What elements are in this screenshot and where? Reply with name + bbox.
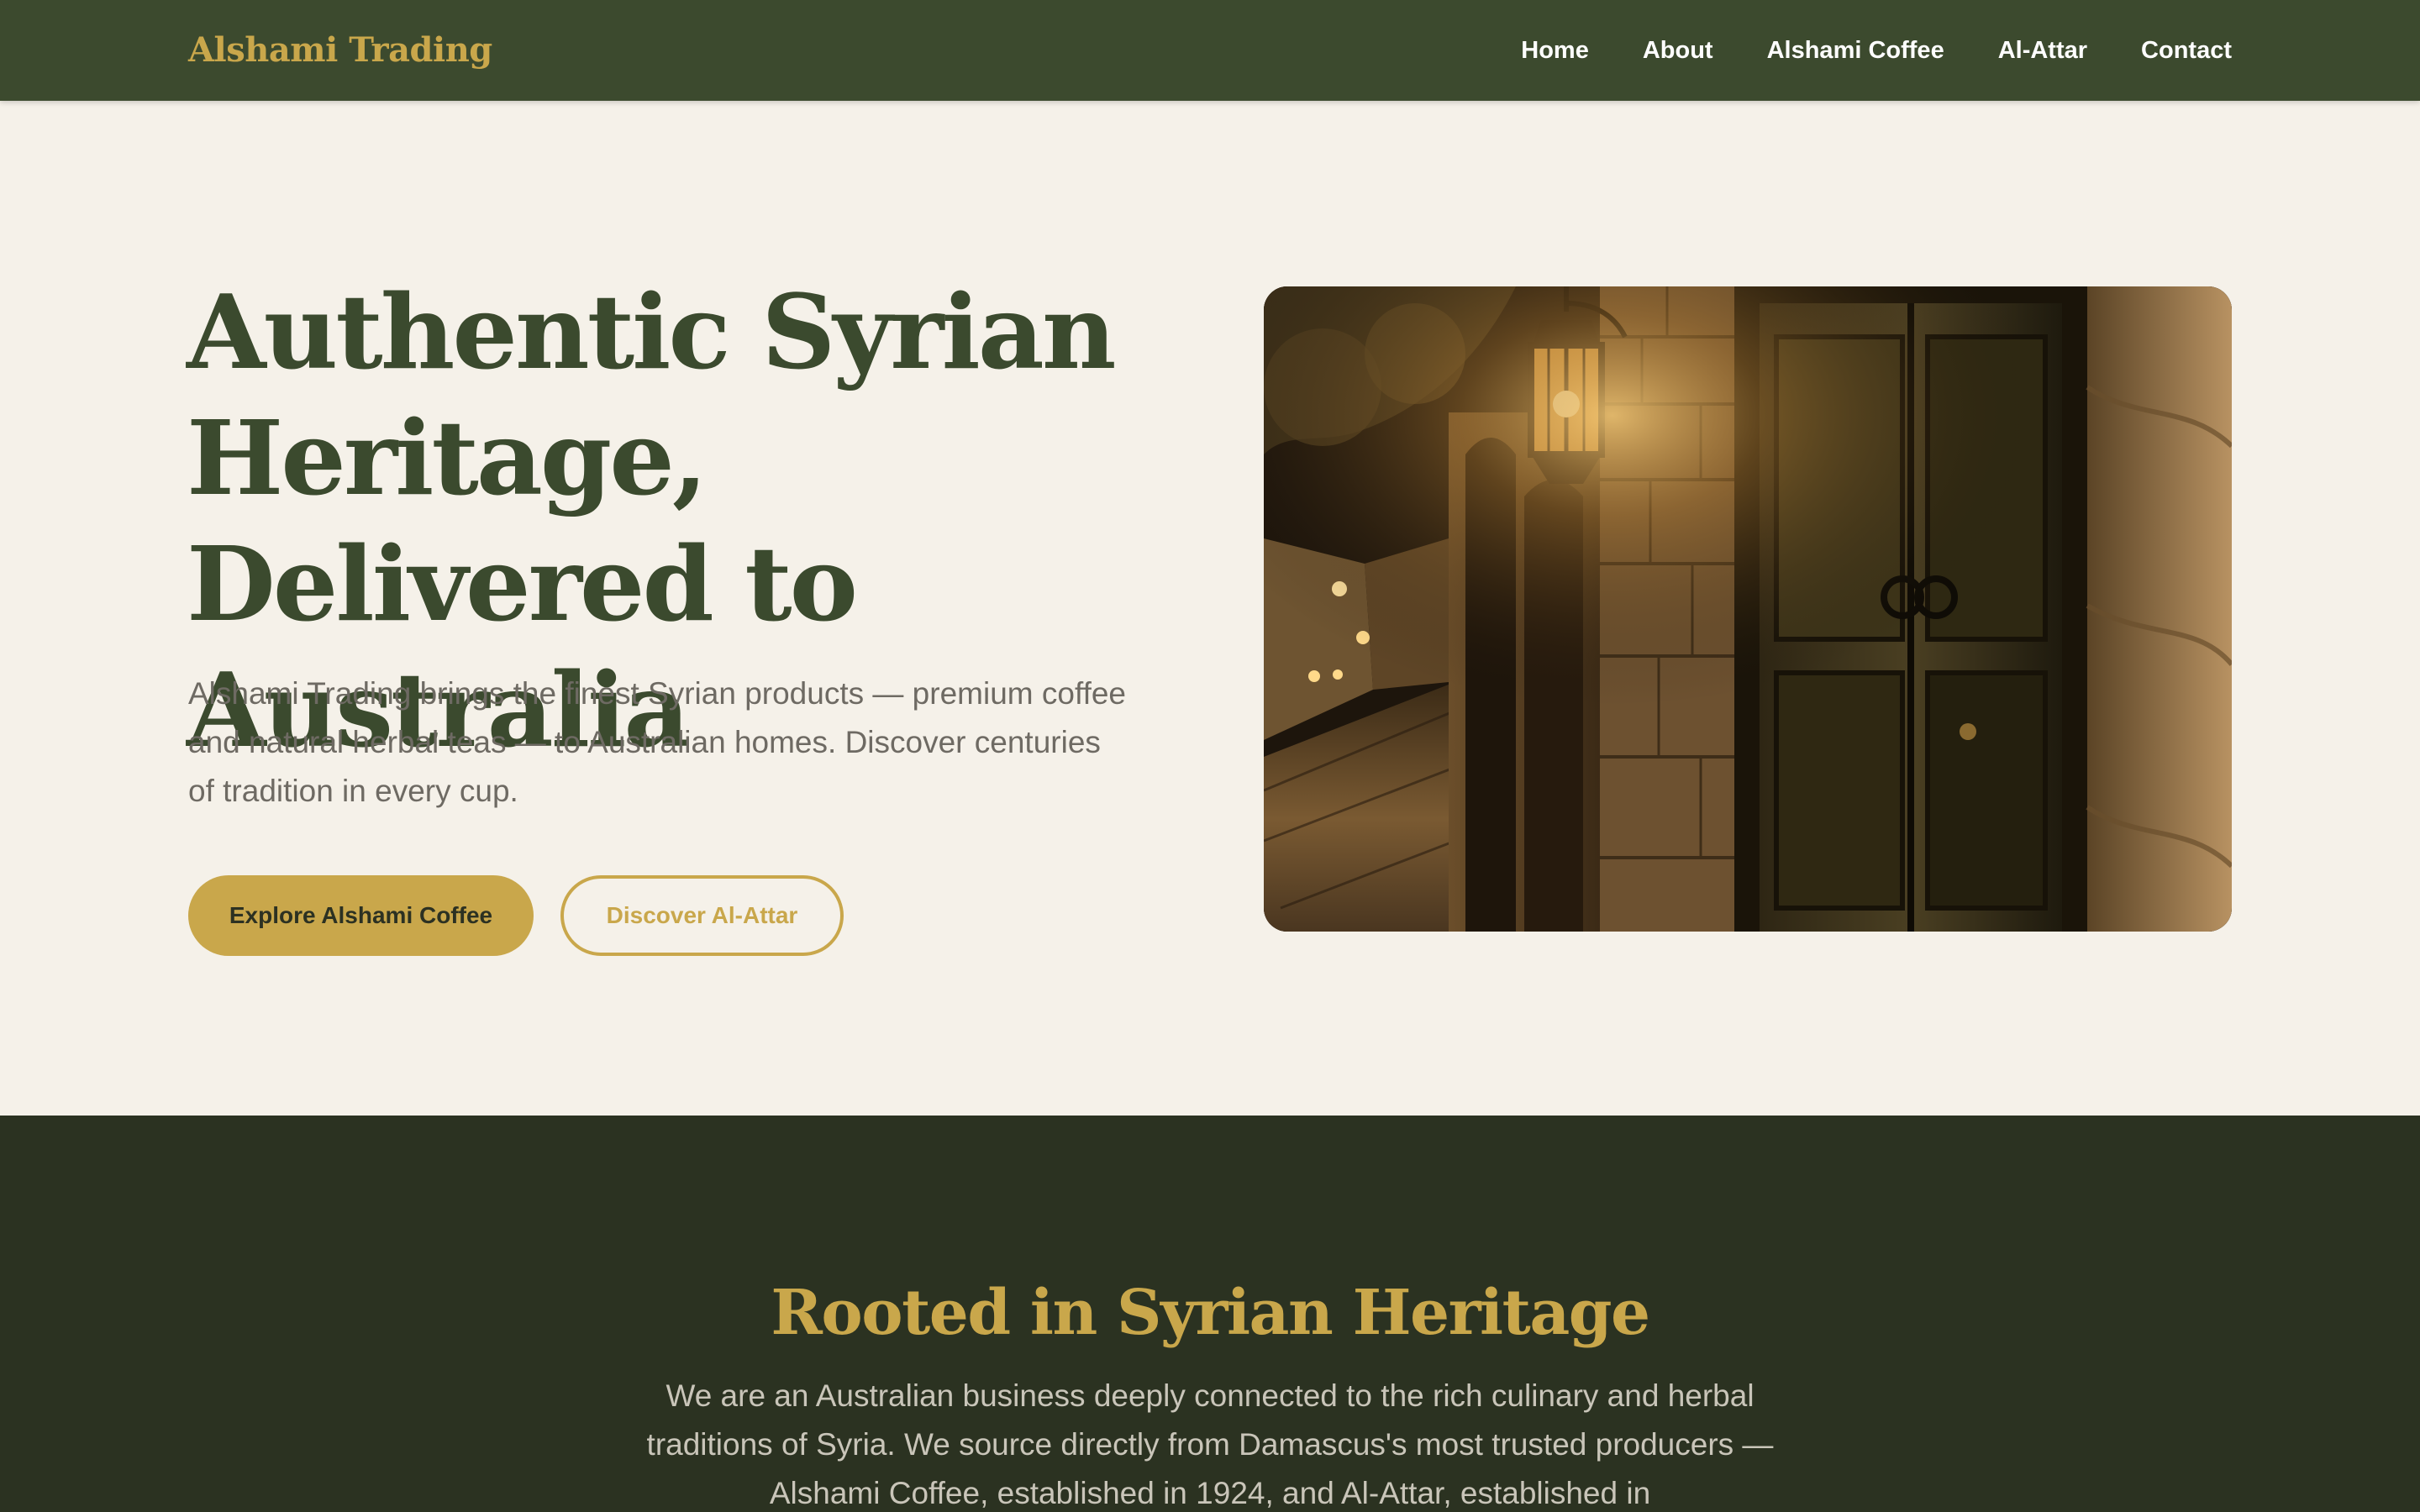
nav-links: Home About Alshami Coffee Al-Attar Conta…: [1521, 0, 2232, 101]
hero-image-damascus-alley: [1264, 286, 2232, 932]
hero-section: Authentic Syrian Heritage, Delivered to …: [0, 101, 2420, 1116]
about-text: We are an Australian business deeply con…: [646, 1378, 1774, 1510]
about-section: Rooted in Syrian Heritage We are an Aust…: [0, 1116, 2420, 1512]
brand-logo-text[interactable]: Alshami Trading: [188, 25, 492, 76]
nav-link-about[interactable]: About: [1643, 37, 1713, 65]
top-navbar: Alshami Trading Home About Alshami Coffe…: [0, 0, 2420, 101]
explore-coffee-button[interactable]: Explore Alshami Coffee: [188, 875, 534, 956]
nav-link-alshami-coffee[interactable]: Alshami Coffee: [1767, 37, 1944, 65]
hero-subtitle: Alshami Trading brings the finest Syrian…: [188, 676, 1126, 808]
about-title: Rooted in Syrian Heritage: [771, 1277, 1650, 1349]
discover-al-attar-button[interactable]: Discover Al-Attar: [560, 875, 844, 956]
nav-link-contact[interactable]: Contact: [2141, 37, 2232, 65]
alley-lantern-door-illustration: [1264, 286, 2232, 932]
nav-link-home[interactable]: Home: [1521, 37, 1589, 65]
nav-link-al-attar[interactable]: Al-Attar: [1998, 37, 2087, 65]
